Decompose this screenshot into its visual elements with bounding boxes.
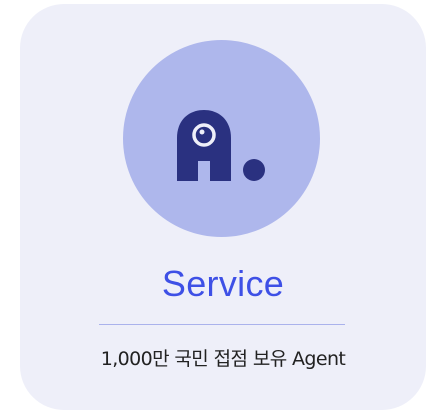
card-description: 1,000만 국민 접점 보유 Agent	[100, 348, 346, 370]
agent-logo-pupil	[199, 129, 205, 135]
card-title: Service	[161, 263, 285, 304]
agent-logo-dot	[243, 159, 265, 181]
service-card: Service 1,000만 국민 접점 보유 Agent	[20, 4, 426, 410]
agent-logo-icon	[177, 110, 265, 181]
logo-badge	[123, 40, 320, 237]
divider	[99, 324, 345, 325]
